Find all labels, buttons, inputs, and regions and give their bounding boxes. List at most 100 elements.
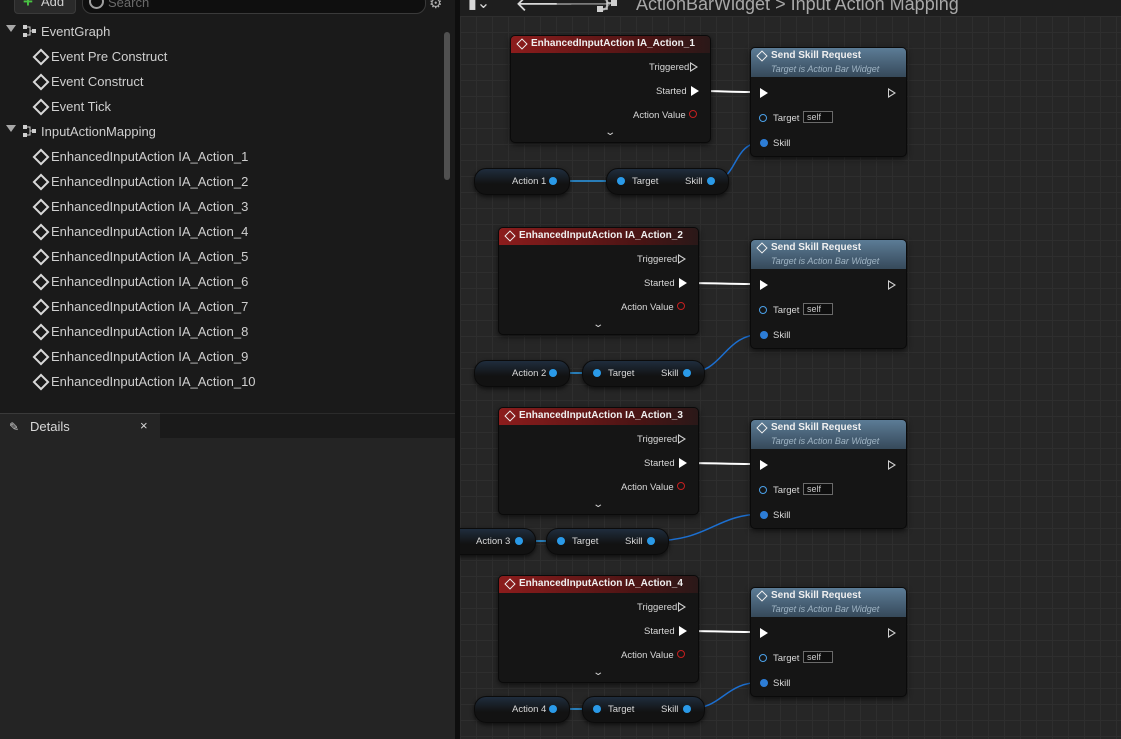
- tree-group-eventgraph[interactable]: EventGraph: [0, 20, 440, 44]
- tree-item-label: Event Pre Construct: [51, 49, 168, 64]
- target-pin[interactable]: [759, 654, 767, 662]
- tab-details[interactable]: ✎ Details ×: [0, 413, 160, 439]
- tree-item-label: EnhancedInputAction IA_Action_9: [51, 349, 249, 364]
- target-pin[interactable]: [759, 114, 767, 122]
- tree-item[interactable]: EnhancedInputAction IA_Action_5: [0, 245, 440, 269]
- exec-pin-started[interactable]: [691, 86, 699, 96]
- target-self-field[interactable]: self: [803, 111, 833, 123]
- tree-item[interactable]: Event Tick: [0, 95, 440, 119]
- close-icon[interactable]: ×: [140, 418, 148, 433]
- gear-icon[interactable]: ⚙: [429, 0, 445, 12]
- exec-pin-started[interactable]: [679, 626, 687, 636]
- skill-pin[interactable]: [760, 139, 768, 147]
- exec-out-pin[interactable]: [888, 88, 896, 98]
- getter-skill-pin[interactable]: [647, 537, 655, 545]
- exec-in-pin[interactable]: [760, 460, 768, 470]
- variable-output-pin[interactable]: [549, 369, 557, 377]
- tree-item[interactable]: Event Pre Construct: [0, 45, 440, 69]
- input-action-node[interactable]: EnhancedInputAction IA_Action_3 Triggere…: [498, 407, 699, 515]
- getter-skill-pin[interactable]: [683, 705, 691, 713]
- action-value-pin[interactable]: [689, 110, 697, 118]
- getter-skill-label: Skill: [661, 368, 679, 379]
- input-action-node[interactable]: EnhancedInputAction IA_Action_4 Triggere…: [498, 575, 699, 683]
- tree-item-label: EnhancedInputAction IA_Action_3: [51, 199, 249, 214]
- pin-label-action-value: Action Value: [621, 482, 674, 493]
- graph-tree: EventGraph Event Pre Construct Event Con…: [0, 20, 440, 400]
- exec-pin-triggered[interactable]: [690, 62, 698, 72]
- getter-node[interactable]: Target Skill: [582, 696, 705, 723]
- getter-skill-pin[interactable]: [683, 369, 691, 377]
- getter-node[interactable]: Target Skill: [582, 360, 705, 387]
- tree-group-inputactionmapping[interactable]: InputActionMapping: [0, 120, 440, 144]
- chevron-down-icon[interactable]: ⌄: [604, 127, 616, 138]
- getter-target-pin[interactable]: [593, 369, 601, 377]
- tree-item[interactable]: EnhancedInputAction IA_Action_6: [0, 270, 440, 294]
- exec-pin-triggered[interactable]: [678, 434, 686, 444]
- exec-in-pin[interactable]: [760, 88, 768, 98]
- input-action-node[interactable]: EnhancedInputAction IA_Action_1 Triggere…: [510, 35, 711, 143]
- send-skill-request-node[interactable]: Send Skill Request Target is Action Bar …: [750, 239, 907, 349]
- search-input[interactable]: Search: [82, 0, 426, 14]
- variable-node[interactable]: Action 3: [460, 528, 536, 555]
- variable-output-pin[interactable]: [549, 705, 557, 713]
- exec-in-pin[interactable]: [760, 280, 768, 290]
- getter-target-pin[interactable]: [593, 705, 601, 713]
- pin-label-skill: Skill: [773, 510, 791, 521]
- tree-item[interactable]: EnhancedInputAction IA_Action_7: [0, 295, 440, 319]
- action-value-pin[interactable]: [677, 482, 685, 490]
- chevron-down-icon[interactable]: ⌄: [592, 499, 604, 510]
- exec-out-pin[interactable]: [888, 280, 896, 290]
- tree-item[interactable]: EnhancedInputAction IA_Action_4: [0, 220, 440, 244]
- chevron-down-icon[interactable]: [6, 25, 16, 32]
- variable-output-pin[interactable]: [515, 537, 523, 545]
- target-self-field[interactable]: self: [803, 651, 833, 663]
- exec-pin-started[interactable]: [679, 278, 687, 288]
- node-subtitle: Target is Action Bar Widget: [771, 256, 880, 266]
- tree-item[interactable]: EnhancedInputAction IA_Action_10: [0, 370, 440, 394]
- getter-node[interactable]: Target Skill: [606, 168, 729, 195]
- chevron-down-icon[interactable]: [6, 125, 16, 132]
- graph-canvas[interactable]: ▮⌄ 🡐 🡒 ActionBarWidget > Input Action Ma…: [460, 0, 1121, 739]
- skill-pin[interactable]: [760, 511, 768, 519]
- skill-pin[interactable]: [760, 331, 768, 339]
- exec-pin-triggered[interactable]: [678, 254, 686, 264]
- tree-scrollbar[interactable]: [444, 32, 450, 180]
- exec-in-pin[interactable]: [760, 628, 768, 638]
- tree-item[interactable]: EnhancedInputAction IA_Action_3: [0, 195, 440, 219]
- tree-item[interactable]: EnhancedInputAction IA_Action_1: [0, 145, 440, 169]
- add-button[interactable]: + Add: [14, 0, 76, 14]
- variable-node[interactable]: Action 1: [474, 168, 570, 195]
- exec-pin-triggered[interactable]: [678, 602, 686, 612]
- send-skill-request-node[interactable]: Send Skill Request Target is Action Bar …: [750, 47, 907, 157]
- event-icon: [32, 148, 50, 166]
- chevron-down-icon[interactable]: ⌄: [592, 319, 604, 330]
- send-skill-request-node[interactable]: Send Skill Request Target is Action Bar …: [750, 419, 907, 529]
- getter-skill-pin[interactable]: [707, 177, 715, 185]
- tree-item[interactable]: Event Construct: [0, 70, 440, 94]
- tree-item[interactable]: EnhancedInputAction IA_Action_2: [0, 170, 440, 194]
- target-pin[interactable]: [759, 486, 767, 494]
- skill-pin[interactable]: [760, 679, 768, 687]
- details-panel: [0, 438, 455, 739]
- exec-pin-started[interactable]: [679, 458, 687, 468]
- target-self-field[interactable]: self: [803, 483, 833, 495]
- getter-node[interactable]: Target Skill: [546, 528, 669, 555]
- tree-item[interactable]: EnhancedInputAction IA_Action_9: [0, 345, 440, 369]
- variable-node[interactable]: Action 2: [474, 360, 570, 387]
- exec-out-pin[interactable]: [888, 628, 896, 638]
- variable-node[interactable]: Action 4: [474, 696, 570, 723]
- tree-item[interactable]: EnhancedInputAction IA_Action_8: [0, 320, 440, 344]
- getter-target-pin[interactable]: [617, 177, 625, 185]
- action-value-pin[interactable]: [677, 302, 685, 310]
- chevron-down-icon[interactable]: ⌄: [592, 667, 604, 678]
- graph-icon: [23, 25, 36, 37]
- action-value-pin[interactable]: [677, 650, 685, 658]
- send-skill-request-node[interactable]: Send Skill Request Target is Action Bar …: [750, 587, 907, 697]
- exec-out-pin[interactable]: [888, 460, 896, 470]
- variable-output-pin[interactable]: [549, 177, 557, 185]
- tree-item-label: EnhancedInputAction IA_Action_5: [51, 249, 249, 264]
- target-pin[interactable]: [759, 306, 767, 314]
- target-self-field[interactable]: self: [803, 303, 833, 315]
- getter-target-pin[interactable]: [557, 537, 565, 545]
- input-action-node[interactable]: EnhancedInputAction IA_Action_2 Triggere…: [498, 227, 699, 335]
